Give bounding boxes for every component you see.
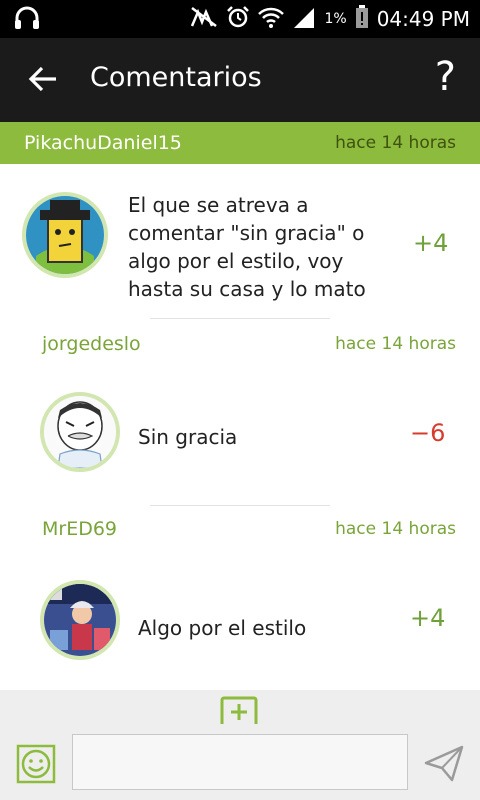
alarm-icon bbox=[226, 5, 250, 33]
comment-timestamp: hace 14 horas bbox=[335, 334, 456, 354]
signal-icon bbox=[292, 6, 316, 32]
add-icon[interactable] bbox=[220, 696, 258, 730]
comment-text: El que se atreva a comentar "sin gracia"… bbox=[128, 193, 366, 301]
app-bar: Comentarios ? bbox=[0, 38, 480, 122]
comment-header: MrED69 hace 14 horas bbox=[0, 508, 480, 550]
comment-timestamp: hace 14 horas bbox=[335, 519, 456, 539]
send-icon[interactable] bbox=[424, 744, 464, 782]
comment-input[interactable] bbox=[72, 734, 408, 790]
comment-text: Algo por el estilo bbox=[138, 616, 307, 640]
wifi-icon bbox=[258, 6, 285, 32]
comment-timestamp: hace 14 horas bbox=[335, 133, 456, 153]
comment-score: +4 bbox=[413, 229, 449, 257]
comment-score: −6 bbox=[410, 419, 446, 447]
help-icon[interactable]: ? bbox=[435, 54, 456, 100]
comment-header: PikachuDaniel15 hace 14 horas bbox=[0, 122, 480, 164]
divider bbox=[150, 505, 330, 506]
comment-username[interactable]: MrED69 bbox=[42, 518, 117, 540]
clock: 04:49 PM bbox=[376, 7, 470, 31]
comment-username[interactable]: jorgedeslo bbox=[42, 333, 141, 355]
avatar[interactable] bbox=[40, 580, 120, 660]
page-title: Comentarios bbox=[90, 62, 262, 93]
comment-text: Sin gracia bbox=[138, 425, 238, 449]
comment-username[interactable]: PikachuDaniel15 bbox=[24, 132, 182, 154]
emoji-icon[interactable] bbox=[16, 744, 56, 784]
back-arrow-icon[interactable] bbox=[26, 62, 60, 96]
divider bbox=[150, 318, 330, 319]
headphones-icon bbox=[14, 6, 40, 34]
battery-percent: 1% bbox=[324, 11, 347, 27]
battery-icon bbox=[355, 5, 369, 33]
avatar[interactable] bbox=[40, 392, 120, 472]
status-bar: 1% 04:49 PM bbox=[0, 0, 480, 38]
compose-bar bbox=[0, 690, 480, 800]
mute-icon bbox=[190, 6, 218, 32]
comment-score: +4 bbox=[410, 604, 446, 632]
comment-header: jorgedeslo hace 14 horas bbox=[0, 323, 480, 365]
avatar[interactable] bbox=[22, 192, 108, 278]
